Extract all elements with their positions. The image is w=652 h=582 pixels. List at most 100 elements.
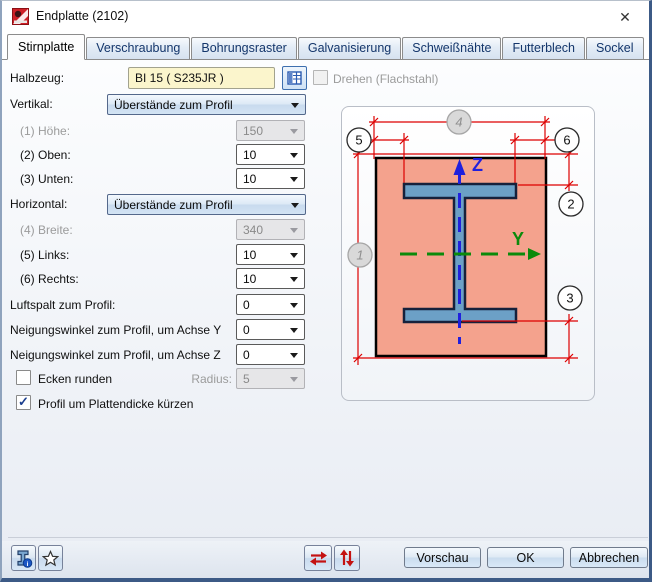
vertikal-label: Vertikal: — [10, 97, 53, 111]
endplatte-dialog: Endplatte (2102) ✕ Stirnplatte Verschrau… — [0, 0, 652, 582]
abbrechen-button[interactable]: Abbrechen — [570, 547, 648, 568]
oben-value: 10 — [243, 148, 256, 162]
window-title: Endplatte (2102) — [36, 9, 128, 23]
neigung-z-value: 0 — [243, 348, 250, 362]
chevron-down-icon — [290, 177, 298, 182]
beam-info-icon: i — [14, 549, 33, 568]
tab-content-stirnplatte: Halbzeug: Drehen (Flachstahl) Vertikal: … — [2, 60, 649, 541]
halbzeug-label: Halbzeug: — [10, 71, 64, 85]
neigung-z-combobox[interactable]: 0 — [236, 344, 305, 365]
chevron-down-icon — [290, 277, 298, 282]
hoehe-value: 150 — [243, 124, 263, 138]
ecken-runden-label: Ecken runden — [38, 372, 112, 386]
luftspalt-label: Luftspalt zum Profil: — [10, 298, 115, 312]
vertikal-dropdown[interactable]: Überstände zum Profil — [107, 94, 306, 115]
rechts-combobox[interactable]: 10 — [236, 268, 305, 289]
hoehe-combobox: 150 — [236, 120, 305, 141]
neigung-y-combobox[interactable]: 0 — [236, 319, 305, 340]
rechts-value: 10 — [243, 272, 256, 286]
close-icon[interactable]: ✕ — [613, 6, 637, 28]
marker-5: 5 — [347, 128, 371, 152]
chevron-down-icon — [290, 153, 298, 158]
marker-6: 6 — [555, 128, 579, 152]
profil-kuerzen-label: Profil um Plattendicke kürzen — [38, 397, 193, 411]
unten-value: 10 — [243, 172, 256, 186]
swap-horizontal-icon — [309, 550, 328, 567]
tab-verschraubung[interactable]: Verschraubung — [86, 37, 190, 59]
neigung-y-value: 0 — [243, 323, 250, 337]
radius-combobox: 5 — [236, 368, 305, 389]
z-axis-label: Z — [472, 155, 483, 175]
drehen-checkbox — [313, 70, 328, 85]
ok-button[interactable]: OK — [487, 547, 564, 568]
marker-4: 4 — [447, 110, 471, 134]
swap-vertical-button[interactable] — [334, 545, 360, 571]
horizontal-dropdown[interactable]: Überstände zum Profil — [107, 194, 306, 215]
chevron-down-icon — [290, 377, 298, 382]
star-icon — [42, 550, 59, 567]
neigung-z-label: Neigungswinkel zum Profil, um Achse Z — [10, 348, 221, 362]
table-icon — [287, 71, 302, 85]
chevron-down-icon — [291, 103, 299, 108]
svg-text:1: 1 — [356, 248, 363, 263]
checkmark-icon: ✓ — [18, 395, 29, 408]
radius-value: 5 — [243, 372, 250, 386]
vertikal-value: Überstände zum Profil — [114, 98, 233, 112]
vorschau-button[interactable]: Vorschau — [404, 547, 481, 568]
unten-combobox[interactable]: 10 — [236, 168, 305, 189]
links-label: (5) Links: — [20, 248, 69, 262]
ecken-runden-checkbox[interactable] — [16, 370, 31, 385]
svg-text:i: i — [27, 561, 29, 568]
tab-galvanisierung[interactable]: Galvanisierung — [298, 37, 401, 59]
chevron-down-icon — [290, 328, 298, 333]
profil-kuerzen-checkbox[interactable]: ✓ — [16, 395, 31, 410]
breite-value: 340 — [243, 223, 263, 237]
unten-label: (3) Unten: — [20, 172, 73, 186]
luftspalt-value: 0 — [243, 298, 250, 312]
tab-bohrungsraster[interactable]: Bohrungsraster — [191, 37, 296, 59]
breite-combobox: 340 — [236, 219, 305, 240]
tab-stirnplatte[interactable]: Stirnplatte — [7, 34, 85, 60]
breite-label: (4) Breite: — [20, 223, 73, 237]
favorites-button[interactable] — [38, 545, 63, 571]
y-axis-label: Y — [512, 229, 524, 249]
chevron-down-icon — [290, 303, 298, 308]
neigung-y-label: Neigungswinkel zum Profil, um Achse Y — [10, 323, 221, 337]
chevron-down-icon — [290, 129, 298, 134]
rechts-label: (6) Rechts: — [20, 272, 79, 286]
footer-separator — [8, 537, 648, 538]
svg-text:6: 6 — [563, 133, 570, 148]
radius-label: Radius: — [162, 372, 232, 386]
svg-text:4: 4 — [455, 115, 462, 130]
horizontal-value: Überstände zum Profil — [114, 198, 233, 212]
browse-profile-button[interactable] — [282, 66, 307, 90]
chevron-down-icon — [290, 253, 298, 258]
tab-futterblech[interactable]: Futterblech — [502, 37, 585, 59]
tab-schweissnaehte[interactable]: Schweißnähte — [402, 37, 501, 59]
svg-text:3: 3 — [566, 291, 573, 306]
hoehe-label: (1) Höhe: — [20, 124, 70, 138]
luftspalt-combobox[interactable]: 0 — [236, 294, 305, 315]
chevron-down-icon — [290, 228, 298, 233]
profile-info-button[interactable]: i — [11, 545, 36, 571]
oben-label: (2) Oben: — [20, 148, 71, 162]
marker-1: 1 — [348, 243, 372, 267]
chevron-down-icon — [291, 203, 299, 208]
tab-sockel[interactable]: Sockel — [586, 37, 644, 59]
title-bar: Endplatte (2102) ✕ — [2, 1, 649, 32]
oben-combobox[interactable]: 10 — [236, 144, 305, 165]
svg-text:2: 2 — [567, 197, 574, 212]
horizontal-label: Horizontal: — [10, 197, 67, 211]
marker-3: 3 — [558, 286, 582, 310]
svg-text:5: 5 — [355, 133, 362, 148]
halbzeug-input[interactable] — [128, 67, 275, 89]
endplate-diagram: Z Y 1 2 — [341, 106, 595, 401]
footer-bar: i Vorschau OK Abbrechen — [2, 541, 649, 578]
chevron-down-icon — [290, 353, 298, 358]
swap-vertical-icon — [339, 549, 355, 567]
drehen-label: Drehen (Flachstahl) — [333, 72, 438, 86]
links-combobox[interactable]: 10 — [236, 244, 305, 265]
links-value: 10 — [243, 248, 256, 262]
swap-horizontal-button[interactable] — [304, 545, 332, 571]
app-icon — [12, 8, 29, 25]
